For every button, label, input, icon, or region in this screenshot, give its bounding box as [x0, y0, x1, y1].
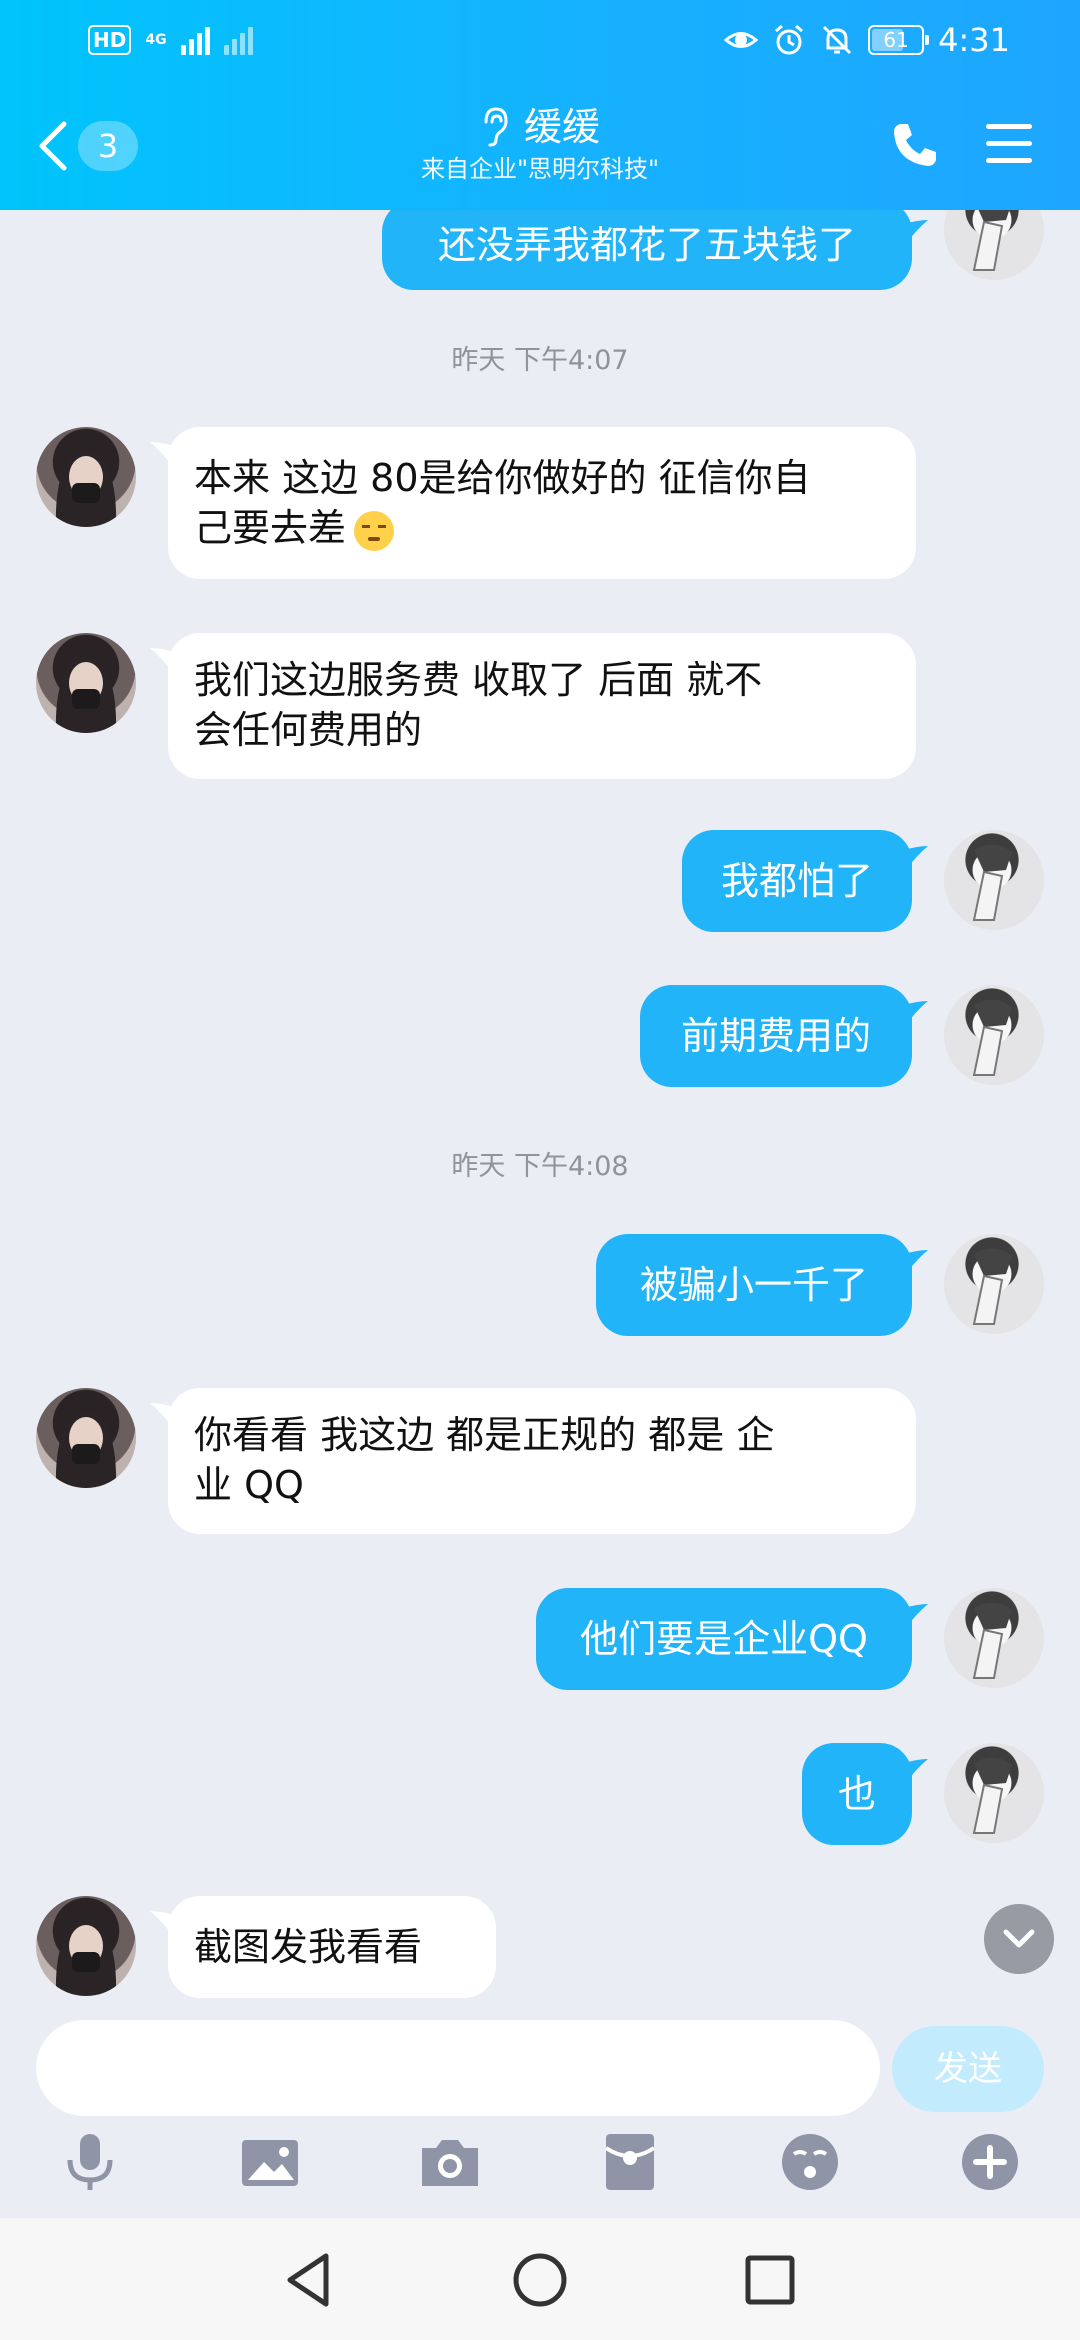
mute-bell-icon	[823, 25, 852, 55]
status-right: 61 4:31	[724, 18, 1010, 62]
message-bubble-in[interactable]: 我们这边服务费 收取了 后面 就不 会任何费用的	[168, 633, 916, 779]
message-text: 会任何费用的	[194, 708, 423, 752]
phone-icon[interactable]	[890, 120, 940, 170]
status-bar: HD 4G 61 4:31	[0, 0, 1080, 80]
status-left: HD 4G	[88, 22, 253, 58]
chevron-left-icon	[39, 121, 67, 171]
contact-avatar[interactable]	[36, 427, 136, 527]
hd-indicator: HD	[88, 25, 132, 55]
message-text: 截图发我看看	[194, 1925, 423, 1969]
clock: 4:31	[938, 21, 1010, 59]
image-icon[interactable]	[238, 2130, 302, 2194]
message-text: 你看看 我这边 都是正规的 都是 企	[194, 1413, 775, 1457]
eye-icon	[724, 32, 759, 48]
message-bubble-in[interactable]: 截图发我看看	[168, 1896, 496, 1998]
bubble-tail	[904, 846, 928, 870]
chat-area[interactable]: 还没弄我都花了五块钱了 昨天 下午4:07 本来 这边 80是给你做好的 征信你…	[0, 210, 1080, 2020]
mic-icon[interactable]	[58, 2130, 122, 2194]
message-text: 被骗小一千了	[639, 1263, 868, 1307]
message-text: 还没弄我都花了五块钱了	[437, 223, 856, 267]
message-bubble-out[interactable]: 被骗小一千了	[596, 1234, 912, 1336]
my-avatar[interactable]	[944, 1588, 1044, 1688]
message-text: 我们这边服务费 收取了 后面 就不	[194, 658, 763, 702]
message-bubble-in[interactable]: 你看看 我这边 都是正规的 都是 企 业 QQ	[168, 1388, 916, 1534]
bubble-tail	[904, 1759, 928, 1783]
message-bubble-out[interactable]: 他们要是企业QQ	[536, 1588, 912, 1690]
emoji-icon	[354, 510, 395, 551]
contact-avatar[interactable]	[36, 633, 136, 733]
camera-icon[interactable]	[418, 2130, 482, 2194]
message-bubble-in[interactable]: 本来 这边 80是给你做好的 征信你自 己要去差	[168, 427, 916, 579]
bubble-tail	[904, 1001, 928, 1025]
my-avatar[interactable]	[944, 985, 1044, 1085]
message-text: 业 QQ	[194, 1463, 304, 1507]
contact-title[interactable]: 缓缓 来自企业"思明尔科技"	[290, 102, 790, 184]
chevron-down-icon	[1003, 1929, 1035, 1948]
my-avatar[interactable]	[944, 1234, 1044, 1334]
emoji-icon[interactable]	[778, 2130, 842, 2194]
send-button[interactable]: 发送	[892, 2026, 1044, 2112]
alarm-icon	[775, 24, 804, 55]
system-nav-bar	[0, 2218, 1080, 2340]
scroll-to-bottom-button[interactable]	[984, 1904, 1054, 1974]
timestamp: 昨天 下午4:07	[451, 345, 629, 376]
contact-avatar[interactable]	[36, 1388, 136, 1488]
input-row: 发送	[0, 2020, 1080, 2140]
message-text: 我都怕了	[720, 859, 873, 903]
contact-subtitle: 来自企业"思明尔科技"	[420, 155, 660, 183]
menu-icon[interactable]	[986, 124, 1032, 164]
bubble-tail	[904, 1604, 928, 1628]
battery-level: 61	[883, 28, 909, 52]
title-bar: 3 缓缓 来自企业"思明尔科技"	[0, 80, 1080, 210]
message-text: 也	[837, 1772, 876, 1816]
bubble-tail	[904, 220, 928, 244]
timestamp: 昨天 下午4:08	[451, 1151, 629, 1182]
nav-home-icon[interactable]	[510, 2250, 570, 2310]
message-text: 前期费用的	[680, 1014, 871, 1058]
signal-icon	[180, 25, 210, 55]
message-bubble-out[interactable]: 我都怕了	[682, 830, 912, 932]
nav-recents-icon[interactable]	[740, 2250, 800, 2310]
input-toolbar	[0, 2130, 1080, 2220]
message-text: 己要去差	[194, 506, 347, 550]
message-input[interactable]	[36, 2020, 880, 2116]
message-bubble-out[interactable]: 也	[802, 1743, 912, 1845]
message-text: 他们要是企业QQ	[580, 1617, 868, 1661]
chat-header: HD 4G 61 4:31 3 缓缓 来自企业"思明尔科技"	[0, 0, 1080, 210]
contact-avatar[interactable]	[36, 1896, 136, 1996]
my-avatar[interactable]	[944, 830, 1044, 930]
red-packet-icon[interactable]	[598, 2130, 662, 2194]
network-type: 4G	[145, 32, 167, 48]
contact-name: 缓缓	[523, 105, 600, 149]
message-bubble-out[interactable]: 前期费用的	[640, 985, 912, 1087]
back-button[interactable]: 3	[36, 118, 146, 174]
message-text: 本来 这边 80是给你做好的 征信你自	[194, 456, 811, 500]
my-avatar[interactable]	[944, 210, 1044, 280]
bubble-tail	[904, 1250, 928, 1274]
my-avatar[interactable]	[944, 1743, 1044, 1843]
nav-back-icon[interactable]	[280, 2250, 340, 2310]
battery-icon: 61	[868, 25, 930, 55]
unread-badge: 3	[78, 121, 138, 171]
signal-secondary-icon	[223, 25, 253, 55]
message-bubble-out[interactable]: 还没弄我都花了五块钱了	[382, 210, 912, 290]
plus-icon[interactable]	[958, 2130, 1022, 2194]
ear-icon	[484, 107, 508, 147]
